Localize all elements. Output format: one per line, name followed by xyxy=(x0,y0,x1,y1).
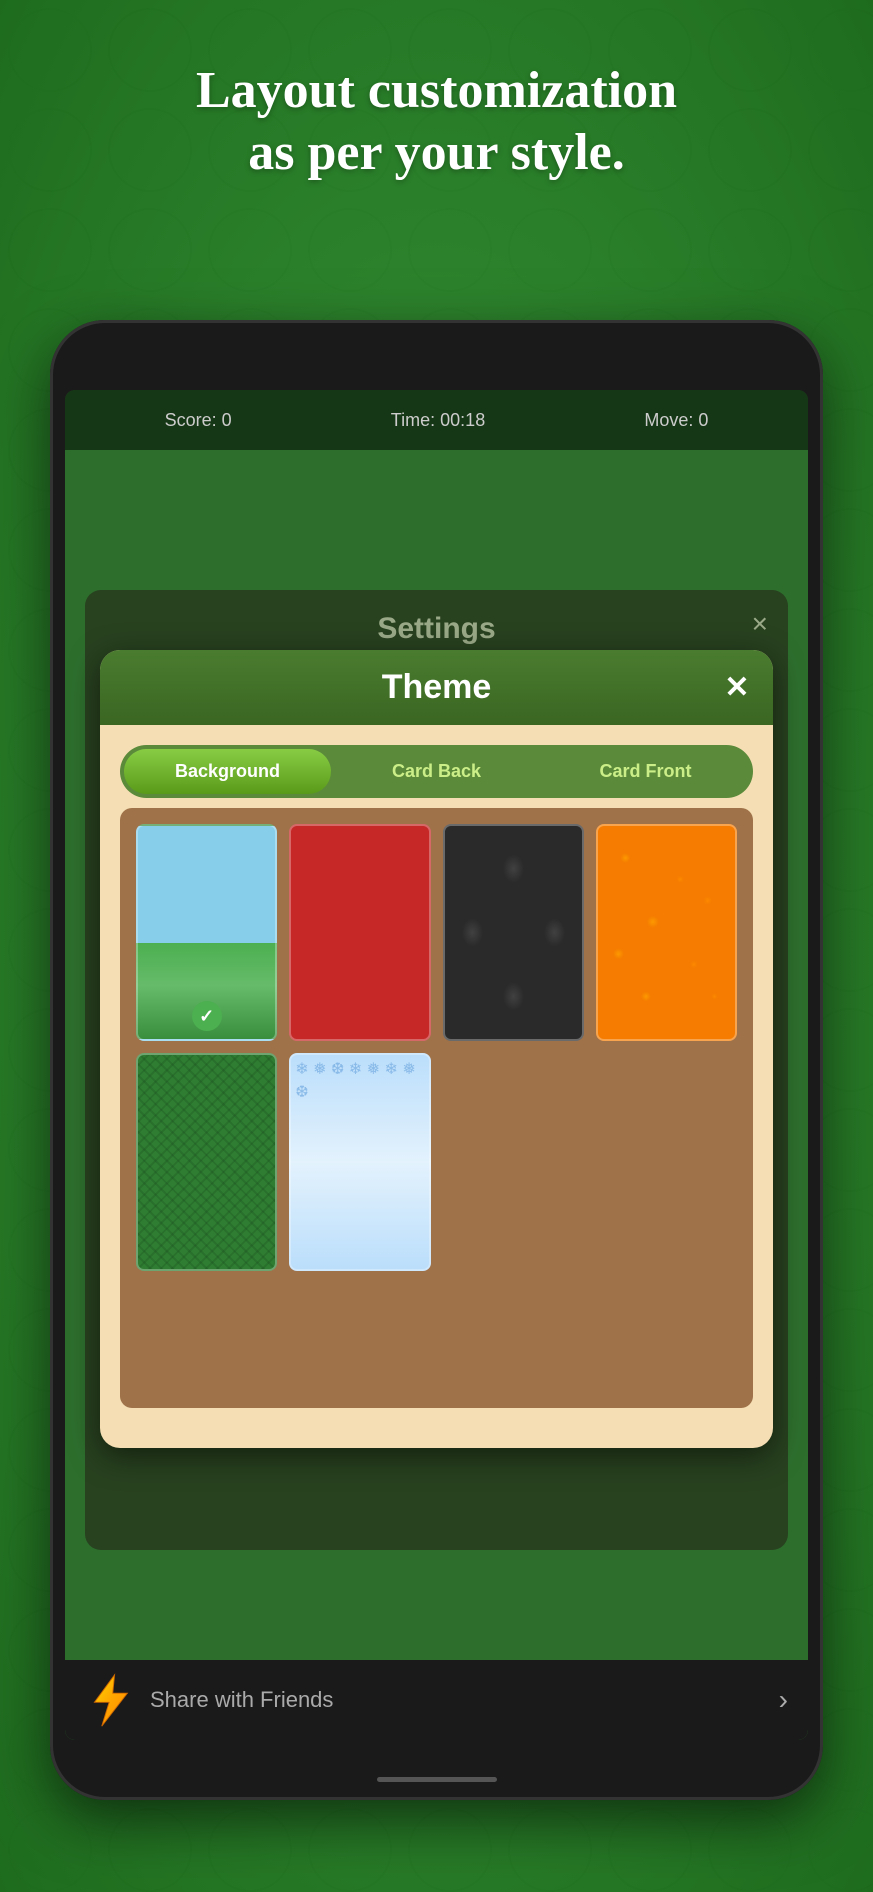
tab-background[interactable]: Background xyxy=(124,749,331,794)
theme-dialog-header: Theme ✕ xyxy=(100,650,773,725)
phone-camera-notch xyxy=(357,340,517,362)
theme-card-green[interactable] xyxy=(136,1053,277,1270)
theme-dialog-title: Theme xyxy=(382,668,492,707)
settings-close-button[interactable]: × xyxy=(752,608,768,640)
share-text: Share with Friends xyxy=(150,1687,779,1713)
phone-frame: Score: 0 Time: 00:18 Move: 0 Settings × … xyxy=(50,320,823,1800)
share-arrow: › xyxy=(779,1684,788,1716)
headline: Layout customization as per your style. xyxy=(0,60,873,185)
tab-bar: Background Card Back Card Front xyxy=(120,745,753,798)
headline-line1: Layout customization xyxy=(196,62,677,119)
theme-dialog-close-button[interactable]: ✕ xyxy=(719,670,755,706)
phone-home-bar xyxy=(377,1777,497,1782)
theme-card-sky[interactable] xyxy=(136,824,277,1041)
theme-card-dark[interactable] xyxy=(443,824,584,1041)
themes-grid xyxy=(120,808,753,1408)
theme-card-snow[interactable] xyxy=(289,1053,430,1270)
tab-card-front[interactable]: Card Front xyxy=(542,749,749,794)
move-label: Move: 0 xyxy=(644,410,708,431)
phone-screen: Score: 0 Time: 00:18 Move: 0 Settings × … xyxy=(65,390,808,1740)
theme-card-red[interactable] xyxy=(289,824,430,1041)
headline-line2: as per your style. xyxy=(248,124,625,181)
score-label: Score: 0 xyxy=(165,410,232,431)
game-statusbar: Score: 0 Time: 00:18 Move: 0 xyxy=(65,390,808,450)
theme-card-orange[interactable] xyxy=(596,824,737,1041)
time-label: Time: 00:18 xyxy=(391,410,485,431)
lightning-icon xyxy=(85,1673,135,1728)
tab-card-back[interactable]: Card Back xyxy=(333,749,540,794)
theme-dialog: Theme ✕ Background Card Back Card Front xyxy=(100,650,773,1448)
share-bar[interactable]: Share with Friends › xyxy=(65,1660,808,1740)
